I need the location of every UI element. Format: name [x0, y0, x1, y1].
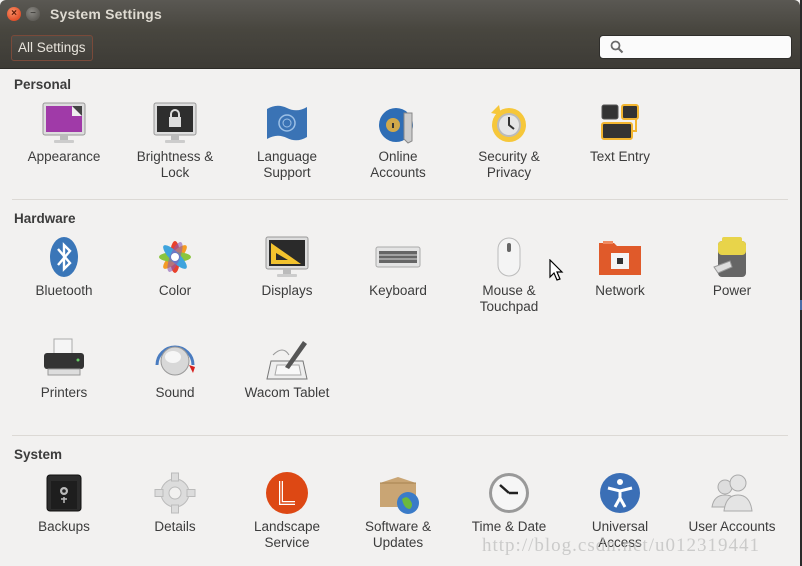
- settings-item-text-entry[interactable]: Text Entry: [570, 99, 670, 165]
- settings-item-online-accounts[interactable]: Online Accounts: [348, 99, 448, 181]
- all-settings-button[interactable]: All Settings: [11, 35, 93, 61]
- settings-item-details[interactable]: Details: [125, 469, 225, 535]
- settings-item-label: Displays: [261, 283, 313, 298]
- section-title-hardware: Hardware: [14, 211, 76, 226]
- details-gear-icon: [154, 472, 196, 514]
- landscape-icon: [266, 472, 308, 514]
- settings-item-security-privacy[interactable]: Security & Privacy: [459, 99, 559, 181]
- section-divider: [12, 199, 788, 200]
- user-accounts-icon: [711, 474, 753, 512]
- displays-icon: [265, 236, 309, 277]
- settings-item-brightness-lock[interactable]: Brightness & Lock: [125, 99, 225, 181]
- mouse-pointer-icon: [549, 259, 564, 281]
- toolbar: All Settings: [0, 30, 800, 69]
- settings-item-displays[interactable]: Displays: [237, 233, 337, 299]
- settings-item-color[interactable]: Color: [125, 233, 225, 299]
- search-icon: [610, 40, 624, 54]
- settings-item-label: Language Support: [256, 149, 318, 180]
- settings-item-label: Details: [154, 519, 196, 534]
- settings-item-label: Power: [712, 283, 752, 298]
- appearance-icon: [42, 102, 86, 143]
- settings-item-label: Text Entry: [589, 149, 651, 164]
- settings-item-bluetooth[interactable]: Bluetooth: [14, 233, 114, 299]
- settings-item-language-support[interactable]: Language Support: [237, 99, 337, 181]
- settings-item-label: Color: [158, 283, 192, 298]
- section-title-system: System: [14, 447, 63, 462]
- text-entry-icon: [601, 104, 639, 140]
- settings-item-power[interactable]: Power: [682, 233, 782, 299]
- settings-item-label: Online Accounts: [370, 149, 426, 180]
- settings-item-printers[interactable]: Printers: [14, 335, 114, 401]
- close-button[interactable]: ×: [7, 7, 21, 21]
- settings-item-label: Brightness & Lock: [136, 149, 214, 180]
- settings-content: Personal Appearance Brightness & Lock Langu…: [0, 69, 800, 566]
- printer-icon: [44, 338, 84, 376]
- network-icon: [599, 241, 641, 275]
- clock-icon: [489, 473, 529, 513]
- wacom-tablet-icon: [266, 341, 308, 380]
- system-settings-window: × − System Settings All Settings Persona…: [0, 0, 802, 566]
- settings-item-time-date[interactable]: Time & Date: [459, 469, 559, 535]
- section-divider: [12, 435, 788, 436]
- settings-item-keyboard[interactable]: Keyboard: [348, 233, 448, 299]
- settings-item-label: Sound: [155, 385, 195, 400]
- settings-item-appearance[interactable]: Appearance: [14, 99, 114, 165]
- mouse-icon: [497, 237, 521, 277]
- settings-item-wacom-tablet[interactable]: Wacom Tablet: [237, 335, 337, 401]
- security-privacy-icon: [491, 105, 526, 142]
- software-updates-icon: [380, 477, 419, 514]
- title-bar[interactable]: × − System Settings: [0, 0, 800, 30]
- search-box[interactable]: [599, 35, 792, 59]
- online-accounts-icon: [379, 108, 413, 144]
- settings-item-landscape-service[interactable]: Landscape Service: [237, 469, 337, 551]
- minimize-button[interactable]: −: [26, 7, 40, 21]
- settings-item-label: Printers: [40, 385, 88, 400]
- settings-item-label: Time & Date: [471, 519, 547, 534]
- power-battery-icon: [713, 237, 746, 277]
- search-input[interactable]: [628, 38, 787, 58]
- language-flag-icon: [267, 105, 307, 141]
- settings-item-mouse-touchpad[interactable]: Mouse & Touchpad: [459, 233, 559, 315]
- section-title-personal: Personal: [14, 77, 72, 92]
- keyboard-icon: [375, 246, 421, 268]
- settings-item-label: Keyboard: [369, 283, 427, 298]
- brightness-lock-icon: [153, 102, 197, 143]
- settings-item-label: Mouse & Touchpad: [479, 283, 539, 314]
- settings-item-sound[interactable]: Sound: [125, 335, 225, 401]
- watermark-text: http://blog.csdn.net/u012319441: [482, 535, 760, 556]
- settings-item-network[interactable]: Network: [570, 233, 670, 299]
- settings-item-label: User Accounts: [688, 519, 776, 534]
- backups-safe-icon: [46, 474, 82, 512]
- settings-item-label: Wacom Tablet: [244, 385, 330, 400]
- settings-item-user-accounts[interactable]: User Accounts: [682, 469, 782, 535]
- settings-item-label: Software & Updates: [364, 519, 432, 550]
- settings-item-label: Bluetooth: [35, 283, 93, 298]
- settings-item-backups[interactable]: Backups: [14, 469, 114, 535]
- bluetooth-icon: [50, 237, 78, 277]
- settings-item-label: Landscape Service: [253, 519, 321, 550]
- sound-knob-icon: [155, 345, 195, 376]
- settings-item-label: Security & Privacy: [478, 149, 540, 180]
- settings-item-label: Appearance: [27, 149, 101, 164]
- window-title: System Settings: [50, 6, 162, 22]
- universal-access-icon: [600, 473, 640, 513]
- color-icon: [159, 241, 191, 273]
- settings-item-software-updates[interactable]: Software & Updates: [348, 469, 448, 551]
- settings-item-label: Network: [595, 283, 645, 298]
- settings-item-label: Backups: [38, 519, 90, 534]
